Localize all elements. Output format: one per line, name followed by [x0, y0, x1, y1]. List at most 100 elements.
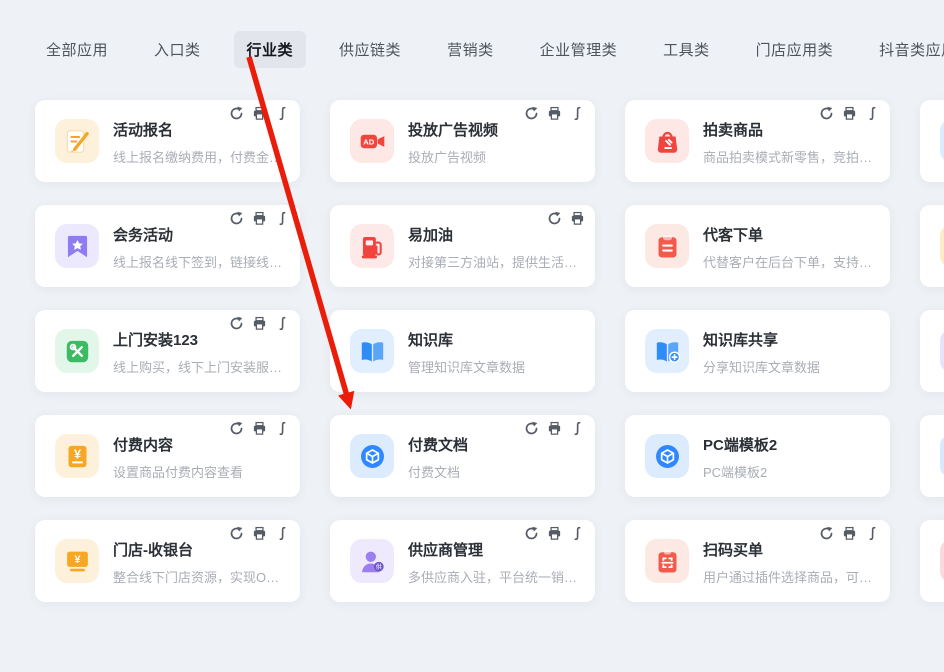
- card-texts: PC端模板2PC端模板2: [703, 432, 777, 481]
- app-card[interactable]: 扫码买单用户通过插件选择商品，可以直接...: [625, 520, 890, 602]
- refresh-icon[interactable]: [524, 421, 539, 436]
- link-icon[interactable]: [275, 211, 290, 226]
- app-card[interactable]: 付费文档付费文档: [330, 415, 595, 497]
- app-desc: 线上报名线下签到，链接线下活动。: [113, 252, 286, 271]
- paid-content-icon: ¥: [55, 434, 99, 478]
- print-icon[interactable]: [547, 106, 562, 121]
- app-card-clipped[interactable]: [920, 310, 944, 392]
- app-card-clipped[interactable]: [920, 415, 944, 497]
- refresh-icon[interactable]: [524, 526, 539, 541]
- link-icon[interactable]: [570, 421, 585, 436]
- app-card[interactable]: 拍卖商品商品拍卖模式新零售，竞拍出价得...: [625, 100, 890, 182]
- print-icon[interactable]: [547, 526, 562, 541]
- app-title: 易加油: [408, 224, 581, 245]
- card-action-bar: [547, 211, 585, 226]
- print-icon[interactable]: [547, 421, 562, 436]
- app-grid: 活动报名线上报名缴纳费用，付费金额营销...AD投放广告视频投放广告视频拍卖商品…: [35, 100, 944, 602]
- supplier-person-icon: 供: [350, 539, 394, 583]
- card-action-bar: [229, 421, 290, 436]
- app-card[interactable]: 上门安装123线上购买，线下上门安装服务，核...: [35, 310, 300, 392]
- print-icon[interactable]: [842, 106, 857, 121]
- svg-text:AD: AD: [363, 137, 375, 146]
- svg-text:供: 供: [375, 563, 381, 571]
- link-icon[interactable]: [570, 106, 585, 121]
- card-texts: 易加油对接第三方油站，提供生活类服务。: [408, 222, 581, 271]
- app-title: 供应商管理: [408, 539, 581, 560]
- link-icon[interactable]: [275, 526, 290, 541]
- app-icon-clipped: [940, 539, 944, 583]
- app-title: 门店-收银台: [113, 539, 286, 560]
- app-desc: 整合线下门店资源，实现O2O异业...: [113, 567, 286, 586]
- cube-icon: [645, 434, 689, 478]
- link-icon[interactable]: [570, 526, 585, 541]
- install-tools-icon: [55, 329, 99, 373]
- app-card[interactable]: 知识库共享分享知识库文章数据: [625, 310, 890, 392]
- tab-4[interactable]: 供应链类: [326, 31, 414, 68]
- card-texts: 供应商管理多供应商入驻，平台统一销售，商...: [408, 537, 581, 586]
- app-desc: 管理知识库文章数据: [408, 357, 525, 376]
- link-icon[interactable]: [865, 526, 880, 541]
- app-icon-clipped: [940, 329, 944, 373]
- tab-3-active[interactable]: 行业类: [234, 31, 307, 68]
- print-icon[interactable]: [252, 106, 267, 121]
- tab-2[interactable]: 入口类: [141, 31, 214, 68]
- refresh-icon[interactable]: [524, 106, 539, 121]
- tab-8[interactable]: 门店应用类: [743, 31, 847, 68]
- card-action-bar: [524, 526, 585, 541]
- card-action-bar: [229, 211, 290, 226]
- tab-6[interactable]: 企业管理类: [527, 31, 631, 68]
- print-icon[interactable]: [252, 421, 267, 436]
- link-icon[interactable]: [865, 106, 880, 121]
- app-card[interactable]: 会务活动线上报名线下签到，链接线下活动。: [35, 205, 300, 287]
- app-card[interactable]: ¥ 付费内容设置商品付费内容查看: [35, 415, 300, 497]
- refresh-icon[interactable]: [819, 106, 834, 121]
- card-texts: 上门安装123线上购买，线下上门安装服务，核...: [113, 327, 286, 376]
- svg-text:¥: ¥: [74, 554, 80, 566]
- app-card[interactable]: 活动报名线上报名缴纳费用，付费金额营销...: [35, 100, 300, 182]
- svg-text:¥: ¥: [73, 446, 81, 461]
- link-icon[interactable]: [275, 421, 290, 436]
- app-card[interactable]: 代客下单代替客户在后台下单，支持自营，...: [625, 205, 890, 287]
- app-card-clipped[interactable]: [920, 100, 944, 182]
- app-card[interactable]: ¥ 门店-收银台整合线下门店资源，实现O2O异业...: [35, 520, 300, 602]
- app-marketplace-page: 全部应用入口类行业类供应链类营销类企业管理类工具类门店应用类抖音类应用 活动报名…: [0, 0, 944, 672]
- refresh-icon[interactable]: [547, 211, 562, 226]
- app-title: PC端模板2: [703, 434, 777, 455]
- refresh-icon[interactable]: [819, 526, 834, 541]
- app-card[interactable]: AD投放广告视频投放广告视频: [330, 100, 595, 182]
- tab-5[interactable]: 营销类: [434, 31, 507, 68]
- refresh-icon[interactable]: [229, 316, 244, 331]
- refresh-icon[interactable]: [229, 106, 244, 121]
- print-icon[interactable]: [252, 316, 267, 331]
- cube-icon: [350, 434, 394, 478]
- tab-7[interactable]: 工具类: [650, 31, 723, 68]
- order-clipboard-icon: [645, 224, 689, 268]
- app-card[interactable]: 供 供应商管理多供应商入驻，平台统一销售，商...: [330, 520, 595, 602]
- print-icon[interactable]: [252, 211, 267, 226]
- refresh-icon[interactable]: [229, 211, 244, 226]
- refresh-icon[interactable]: [229, 526, 244, 541]
- app-card-clipped[interactable]: [920, 205, 944, 287]
- app-title: 上门安装123: [113, 329, 286, 350]
- app-card[interactable]: PC端模板2PC端模板2: [625, 415, 890, 497]
- app-title: 拍卖商品: [703, 119, 876, 140]
- doc-pencil-icon: [55, 119, 99, 163]
- app-card-clipped[interactable]: [920, 520, 944, 602]
- link-icon[interactable]: [275, 316, 290, 331]
- card-texts: 付费内容设置商品付费内容查看: [113, 432, 243, 481]
- print-icon[interactable]: [252, 526, 267, 541]
- app-card[interactable]: 知识库管理知识库文章数据: [330, 310, 595, 392]
- app-desc: 对接第三方油站，提供生活类服务。: [408, 252, 581, 271]
- app-title: 投放广告视频: [408, 119, 498, 140]
- refresh-icon[interactable]: [229, 421, 244, 436]
- tab-9[interactable]: 抖音类应用: [866, 31, 944, 68]
- app-card[interactable]: 易加油对接第三方油站，提供生活类服务。: [330, 205, 595, 287]
- tab-1[interactable]: 全部应用: [33, 31, 121, 68]
- print-icon[interactable]: [570, 211, 585, 226]
- print-icon[interactable]: [842, 526, 857, 541]
- app-title: 付费文档: [408, 434, 468, 455]
- category-tabs: 全部应用入口类行业类供应链类营销类企业管理类工具类门店应用类抖音类应用: [33, 31, 944, 68]
- link-icon[interactable]: [275, 106, 290, 121]
- card-action-bar: [819, 106, 880, 121]
- card-texts: 知识库共享分享知识库文章数据: [703, 327, 820, 376]
